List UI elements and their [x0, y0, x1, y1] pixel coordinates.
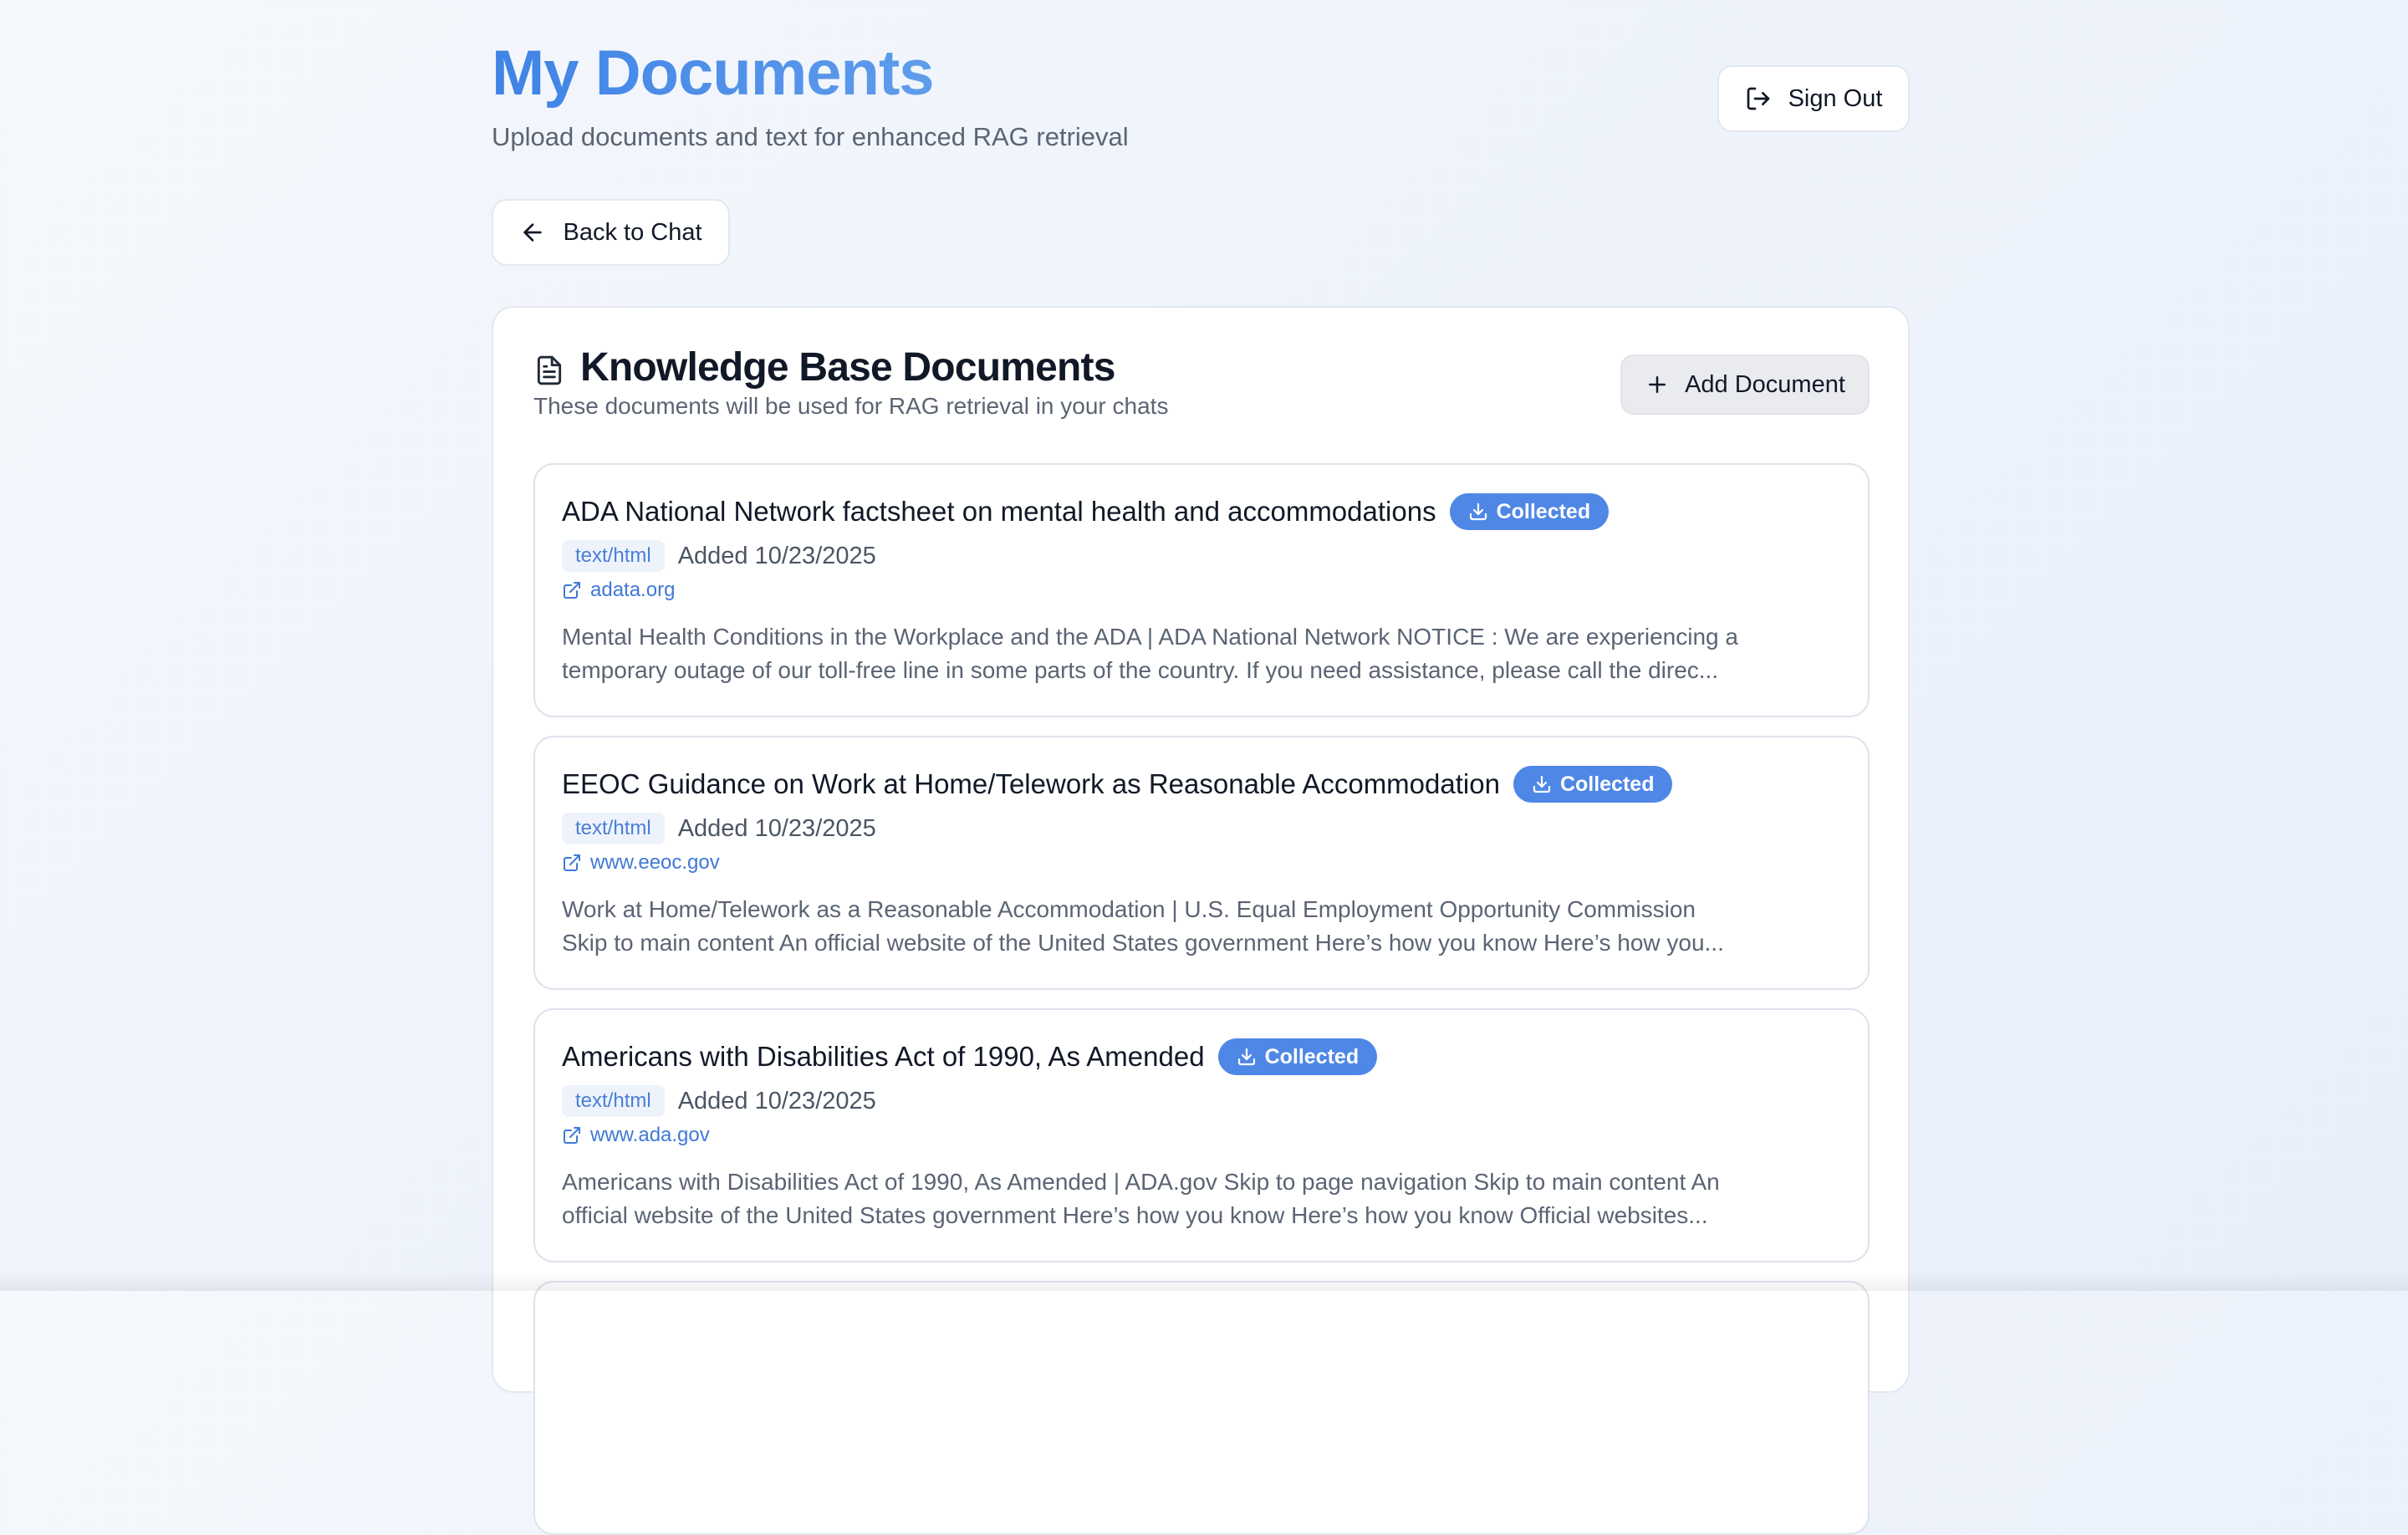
source-link[interactable]: www.ada.gov: [562, 1124, 710, 1147]
sign-out-button[interactable]: Sign Out: [1717, 65, 1910, 132]
arrow-left-icon: [523, 223, 543, 242]
excerpt-line: Work at Home/Telework as a Reasonable Ac…: [562, 896, 1696, 922]
added-date: Added 10/23/2025: [677, 1087, 876, 1114]
excerpt-line: Mental Health Conditions in the Workplac…: [562, 624, 1738, 650]
source-domain: adata.org: [590, 579, 676, 601]
download-icon: [1533, 775, 1551, 793]
source-domain: www.eeoc.gov: [590, 851, 720, 874]
plus-icon: [1649, 376, 1666, 393]
panel-title: Knowledge Base Documents: [580, 345, 1115, 390]
sign-out-label: Sign Out: [1788, 84, 1883, 112]
document-excerpt: Mental Health Conditions in the Workplac…: [562, 620, 1766, 687]
add-document-button[interactable]: Add Document: [1620, 354, 1870, 415]
source-link[interactable]: www.eeoc.gov: [562, 851, 720, 875]
external-link-icon: [564, 854, 580, 871]
excerpt-line: Americans with Disabilities Act of 1990,…: [562, 1169, 1720, 1195]
download-icon: [1237, 1048, 1255, 1066]
document-card[interactable]: Americans with Disabilities Act of 1990,…: [533, 1008, 1870, 1262]
added-date: Added 10/23/2025: [677, 542, 876, 569]
external-link-icon: [564, 582, 580, 599]
document-title: Americans with Disabilities Act of 1990,…: [562, 1041, 1205, 1072]
document-title: ADA National Network factsheet on mental…: [562, 496, 1436, 527]
mime-type-badge: text/html: [562, 813, 665, 844]
collected-label: Collected: [1559, 772, 1655, 796]
collected-label: Collected: [1496, 499, 1591, 523]
collected-badge: Collected: [1217, 1038, 1378, 1075]
panel-description: These documents will be used for RAG ret…: [533, 393, 1169, 419]
excerpt-line: official website of the United States go…: [562, 1202, 1708, 1228]
page-title: My Documents: [492, 32, 935, 115]
added-date: Added 10/23/2025: [677, 814, 876, 842]
document-title: EEOC Guidance on Work at Home/Telework a…: [562, 768, 1500, 799]
download-icon: [1469, 502, 1487, 521]
document-excerpt: Americans with Disabilities Act of 1990,…: [562, 1165, 1766, 1232]
collected-label: Collected: [1264, 1044, 1360, 1068]
back-to-chat-label: Back to Chat: [563, 218, 702, 246]
mime-type-badge: text/html: [562, 1085, 665, 1117]
source-link[interactable]: adata.org: [562, 579, 675, 602]
document-icon: [537, 355, 562, 385]
mime-type-badge: text/html: [562, 540, 665, 572]
external-link-icon: [564, 1127, 580, 1144]
sign-out-icon: [1747, 87, 1769, 110]
knowledge-base-panel: Knowledge Base Documents These documents…: [492, 306, 1910, 1535]
add-document-label: Add Document: [1685, 370, 1845, 398]
collected-badge: Collected: [1449, 493, 1610, 530]
document-card[interactable]: ADA National Network factsheet on mental…: [533, 463, 1870, 717]
document-card[interactable]: EEOC Guidance on Work at Home/Telework a…: [533, 736, 1870, 990]
collected-badge: Collected: [1513, 766, 1673, 803]
document-excerpt: Work at Home/Telework as a Reasonable Ac…: [562, 893, 1766, 960]
document-card[interactable]: [533, 1281, 1870, 1535]
excerpt-line: temporary outage of our toll-free line i…: [562, 657, 1719, 683]
page-subtitle: Upload documents and text for enhanced R…: [492, 122, 1129, 151]
back-to-chat-button[interactable]: Back to Chat: [492, 199, 730, 266]
excerpt-line: Skip to main content An official website…: [562, 930, 1724, 956]
source-domain: www.ada.gov: [590, 1124, 710, 1146]
